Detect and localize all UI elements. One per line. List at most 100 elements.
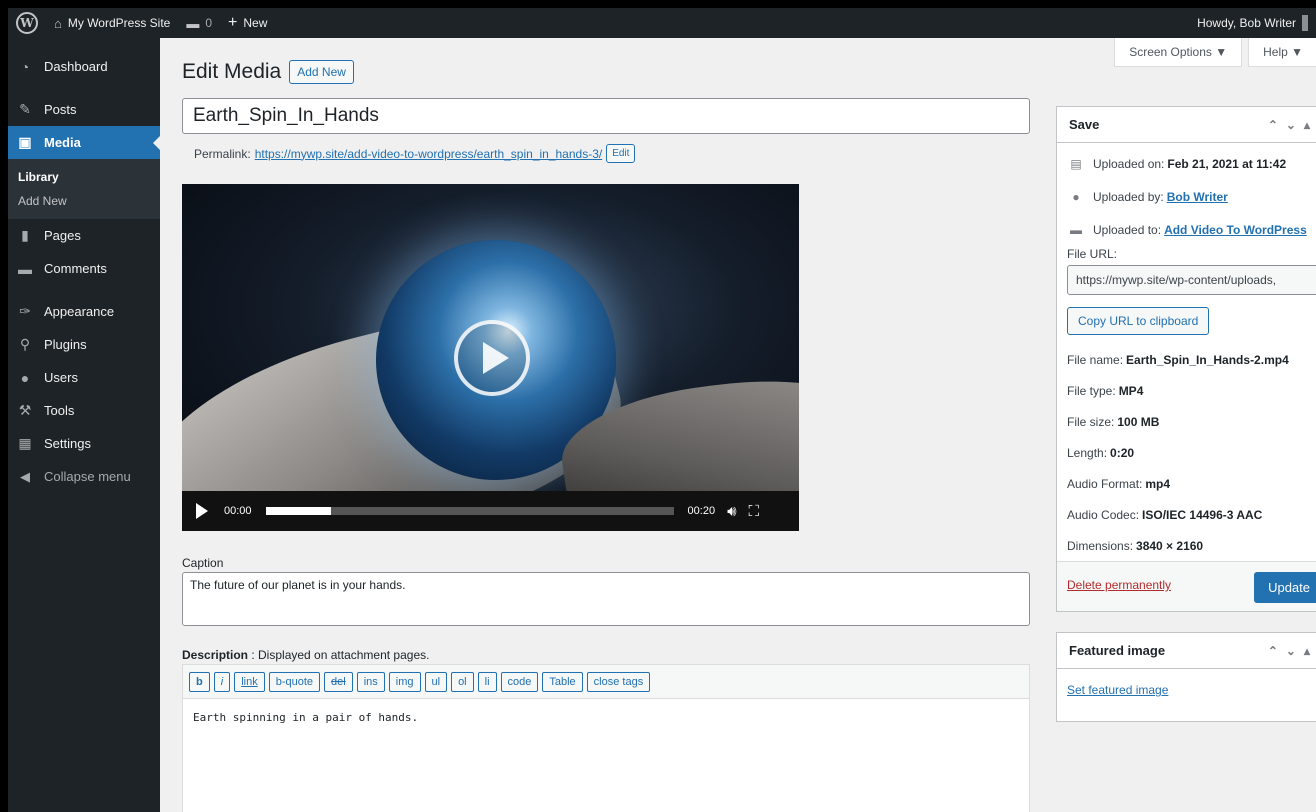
admin-sidebar: ◔ Dashboard ✎ Posts ▣ Media Library Add … (8, 38, 160, 812)
metabox-order-arrows-icon[interactable]: ⌃⌄▴ (1268, 118, 1316, 132)
audio-format-value: mp4 (1145, 477, 1171, 491)
caption-label: Caption (182, 556, 224, 570)
description-textarea[interactable]: Earth spinning in a pair of hands. (183, 699, 1029, 736)
qt-bold-button[interactable]: b (189, 671, 210, 692)
collapse-menu-label: Collapse menu (44, 469, 131, 484)
submenu-item-add-new[interactable]: Add New (8, 189, 160, 213)
window-frame: W ⌂ My WordPress Site ▬ 0 + New Howdy, B… (0, 0, 1316, 812)
admin-bar: W ⌂ My WordPress Site ▬ 0 + New Howdy, B… (8, 8, 1316, 38)
uploaded-by-row: ● Uploaded by: Bob Writer (1067, 190, 1228, 204)
file-size-label: File size: (1067, 415, 1115, 429)
uploaded-to-label: Uploaded to: (1093, 223, 1162, 237)
sidebar-item-pages[interactable]: ▮ Pages (8, 219, 160, 252)
qt-code-button[interactable]: code (500, 671, 539, 692)
save-metabox-header[interactable]: Save ⌃⌄▴ (1057, 107, 1316, 143)
permalink-url[interactable]: https://mywp.site/add-video-to-wordpress… (255, 147, 603, 161)
user-icon: ● (1072, 190, 1080, 204)
qt-blockquote-button[interactable]: b-quote (268, 671, 321, 692)
set-featured-image-link[interactable]: Set featured image (1067, 683, 1168, 697)
comments-count: 0 (205, 16, 213, 30)
submenu-item-library[interactable]: Library (8, 165, 160, 189)
copy-url-button[interactable]: Copy URL to clipboard (1067, 307, 1210, 335)
uploaded-on-row: ▤ Uploaded on: Feb 21, 2021 at 11:42 (1067, 157, 1286, 171)
quicktags-toolbar: b i link b-quote del ins img ul ol li co… (183, 665, 1029, 699)
folder-icon: ▬ (1070, 223, 1082, 237)
qt-del-button[interactable]: del (324, 671, 353, 692)
qt-img-button[interactable]: img (388, 671, 421, 692)
collapse-menu-button[interactable]: ◀ Collapse menu (8, 460, 160, 493)
sidebar-item-label: Dashboard (44, 59, 108, 74)
sidebar-item-media[interactable]: ▣ Media (8, 126, 160, 159)
sidebar-item-users[interactable]: ● Users (8, 361, 160, 394)
length-value: 0:20 (1110, 446, 1135, 460)
save-metabox: Save ⌃⌄▴ ▤ Uploaded on: Feb 21, 2021 at 1… (1056, 106, 1316, 612)
qt-table-button[interactable]: Table (542, 671, 583, 692)
sidebar-item-plugins[interactable]: ⚲ Plugins (8, 328, 160, 361)
wordpress-logo-icon: W (16, 12, 38, 34)
audio-codec-label: Audio Codec: (1067, 508, 1140, 522)
major-publishing-actions: Delete permanently Update (1057, 561, 1316, 611)
dimensions-value: 3840 × 2160 (1136, 539, 1204, 553)
audio-codec-value: ISO/IEC 14496-3 AAC (1142, 508, 1263, 522)
qt-italic-button[interactable]: i (213, 671, 231, 692)
sidebar-item-label: Appearance (44, 304, 115, 319)
wp-logo-menu[interactable]: W (8, 8, 46, 38)
file-size-value: 100 MB (1117, 415, 1160, 429)
sidebar-item-appearance[interactable]: ✑ Appearance (8, 295, 160, 328)
sidebar-item-tools[interactable]: ⚒ Tools (8, 394, 160, 427)
qt-close-tags-button[interactable]: close tags (586, 671, 651, 692)
permalink-edit-button[interactable]: Edit (606, 144, 636, 163)
file-url-input[interactable]: https://mywp.site/wp-content/uploads, (1067, 265, 1316, 295)
qt-ul-button[interactable]: ul (424, 671, 448, 692)
featured-image-header[interactable]: Featured image ⌃⌄▴ (1057, 633, 1316, 669)
duration: 00:20 (687, 505, 716, 517)
qt-link-button[interactable]: link (234, 671, 265, 692)
sidebar-item-label: Settings (44, 436, 91, 451)
audio-format-label: Audio Format: (1067, 477, 1143, 491)
uploaded-on-label: Uploaded on: (1093, 157, 1165, 171)
uploaded-by-label: Uploaded by: (1093, 190, 1164, 204)
home-icon: ⌂ (54, 15, 62, 31)
new-content-link[interactable]: + New (220, 8, 275, 38)
screen-meta-links: Screen Options ▼ Help ▼ (1114, 38, 1316, 67)
help-button[interactable]: Help ▼ (1248, 38, 1316, 67)
qt-li-button[interactable]: li (477, 671, 497, 692)
big-play-icon[interactable] (454, 320, 530, 396)
video-player[interactable]: 00:00 00:20 🔊︎ ⛶ (182, 184, 799, 531)
file-name-row: File name: Earth_Spin_In_Hands-2.mp4 (1067, 353, 1289, 367)
account-menu[interactable]: Howdy, Bob Writer (1189, 8, 1316, 38)
qt-ins-button[interactable]: ins (356, 671, 385, 692)
description-label-row: Description : Displayed on attachment pa… (182, 648, 429, 662)
sidebar-item-comments[interactable]: ▬ Comments (8, 252, 160, 285)
qt-ol-button[interactable]: ol (451, 671, 474, 692)
file-type-value: MP4 (1118, 384, 1144, 398)
volume-icon[interactable]: 🔊︎ (727, 503, 736, 520)
uploaded-on-value: Feb 21, 2021 at 11:42 (1167, 157, 1287, 171)
caption-textarea[interactable]: The future of our planet is in your hand… (182, 572, 1030, 626)
page-icon: ▮ (21, 227, 29, 243)
sidebar-item-dashboard[interactable]: ◔ Dashboard (8, 50, 160, 83)
uploaded-by-link[interactable]: Bob Writer (1167, 190, 1228, 204)
uploaded-to-link[interactable]: Add Video To WordPress (1164, 223, 1307, 237)
site-name: My WordPress Site (67, 16, 171, 30)
add-new-button[interactable]: Add New (289, 60, 354, 84)
media-title-input[interactable]: Earth_Spin_In_Hands (182, 98, 1030, 134)
sidebar-item-posts[interactable]: ✎ Posts (8, 93, 160, 126)
metabox-order-arrows-icon[interactable]: ⌃⌄▴ (1268, 644, 1316, 658)
dimensions-label: Dimensions: (1067, 539, 1134, 553)
sidebar-item-settings[interactable]: ▦ Settings (8, 427, 160, 460)
update-button[interactable]: Update (1254, 572, 1316, 603)
play-icon[interactable] (196, 503, 208, 519)
fullscreen-icon[interactable]: ⛶ (749, 503, 760, 520)
video-poster-image (182, 184, 799, 531)
sidebar-item-label: Tools (44, 403, 75, 418)
media-icon: ▣ (18, 134, 32, 150)
progress-track[interactable] (265, 507, 674, 515)
plugin-icon: ⚲ (19, 336, 31, 352)
file-name-value: Earth_Spin_In_Hands-2.mp4 (1126, 353, 1289, 367)
comments-link[interactable]: ▬ 0 (178, 8, 220, 38)
delete-permanently-link[interactable]: Delete permanently (1067, 578, 1171, 592)
site-name-link[interactable]: ⌂ My WordPress Site (46, 8, 178, 38)
screen-options-button[interactable]: Screen Options ▼ (1114, 38, 1243, 67)
sidebar-item-label: Comments (44, 261, 107, 276)
